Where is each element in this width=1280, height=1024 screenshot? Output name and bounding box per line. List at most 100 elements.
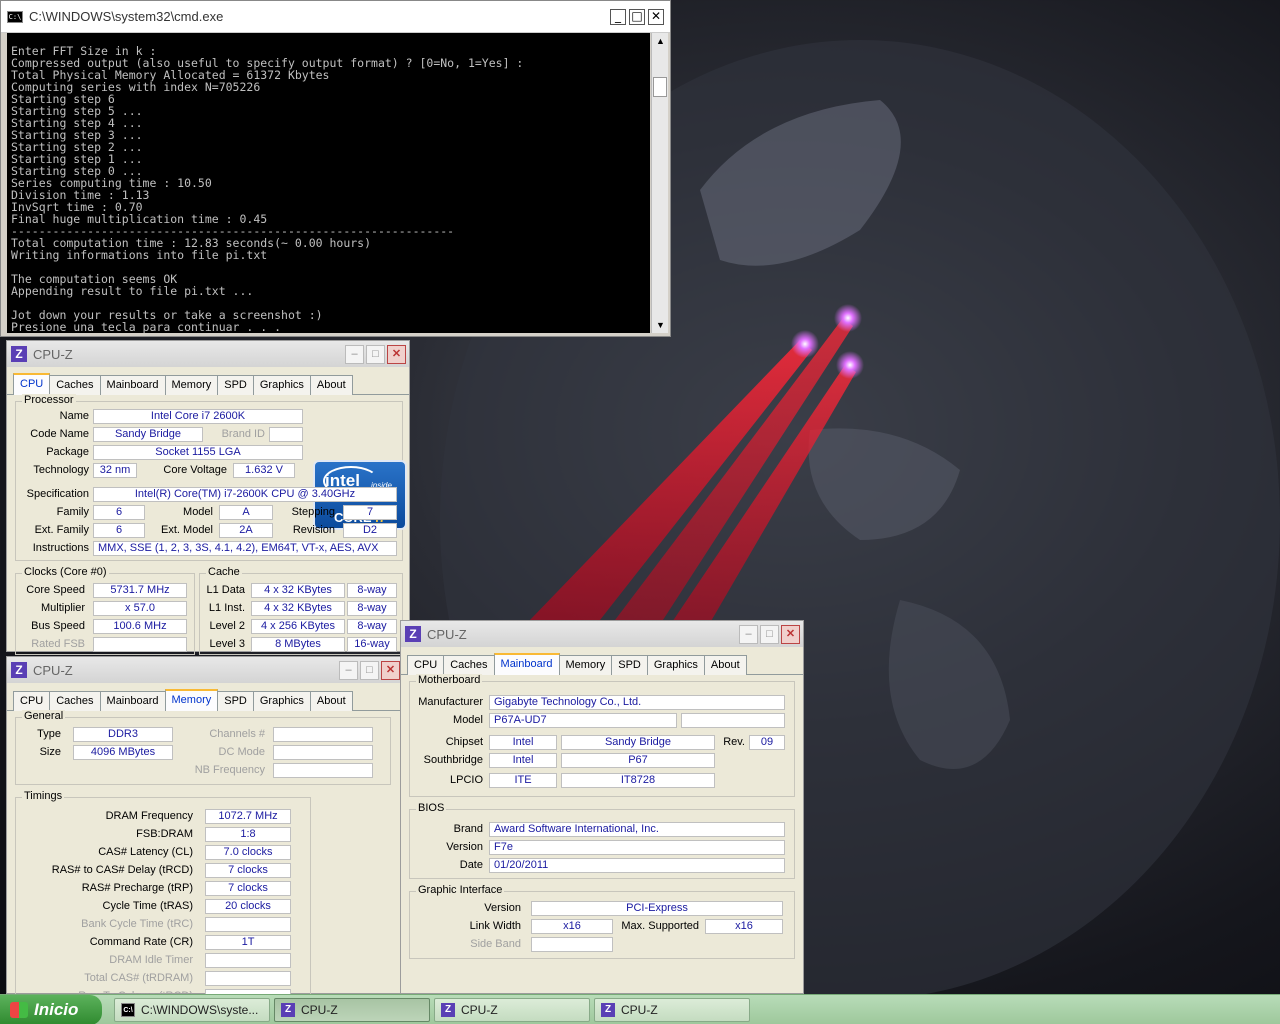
tras-value: 20 clocks <box>205 899 291 914</box>
brandid-label: Brand ID <box>221 428 265 440</box>
tab-spd[interactable]: SPD <box>611 655 648 675</box>
southbridge-value: P67 <box>561 753 715 768</box>
tab-memory[interactable]: Memory <box>164 689 219 711</box>
start-label: Inicio <box>34 1000 79 1019</box>
taskbar-item-label: CPU-Z <box>621 1003 658 1017</box>
taskbar-item-label: C:\WINDOWS\syste... <box>141 1003 259 1017</box>
window-title: CPU-Z <box>427 626 467 642</box>
l1i-label: L1 Inst. <box>208 602 245 614</box>
maximize-button[interactable]: □ <box>366 344 385 364</box>
scroll-thumb[interactable] <box>653 77 667 97</box>
console-output[interactable]: Enter FFT Size in k : Compressed output (… <box>7 33 650 333</box>
tab-mainboard[interactable]: Mainboard <box>493 653 560 675</box>
tab-caches[interactable]: Caches <box>49 691 101 711</box>
cr-label: Command Rate (CR) <box>89 936 193 948</box>
model-label: Model <box>453 714 483 726</box>
cpuz-cpu-window: Z CPU-Z – □ ✕ CPU Caches Mainboard Memory SP… <box>6 340 410 655</box>
start-button[interactable]: Inicio <box>0 995 102 1024</box>
stepping-value: 7 <box>343 505 397 520</box>
bios-date-label: Date <box>459 859 483 871</box>
linkwidth-value: x16 <box>531 919 613 934</box>
tras-label: Cycle Time (tRAS) <box>102 900 193 912</box>
tab-cpu[interactable]: CPU <box>407 655 445 675</box>
group-label: Motherboard <box>416 674 483 686</box>
minimize-button[interactable]: _ <box>610 8 626 25</box>
tab-cpu[interactable]: CPU <box>13 691 51 711</box>
tab-about[interactable]: About <box>309 375 353 395</box>
cpuz-mainboard-titlebar[interactable]: Z CPU-Z – □ ✕ <box>401 621 803 647</box>
close-button[interactable]: ✕ <box>381 660 400 680</box>
taskbar-item-cmd[interactable]: C:\ C:\WINDOWS\syste... <box>114 998 270 1022</box>
tab-mainboard[interactable]: Mainboard <box>99 375 166 395</box>
model-extra <box>681 713 785 728</box>
scroll-up-icon[interactable]: ▲ <box>652 33 669 49</box>
bios-version-value: F7e <box>489 840 785 855</box>
spec-value: Intel(R) Core(TM) i7-2600K CPU @ 3.40GHz <box>93 487 397 502</box>
maxsup-label: Max. Supported <box>621 920 699 932</box>
maximize-button[interactable]: □ <box>760 624 779 644</box>
cpuz-memory-titlebar[interactable]: Z CPU-Z – □ ✕ <box>7 657 403 683</box>
console-line: Presione una tecla para continuar . . . <box>11 320 282 333</box>
scroll-down-icon[interactable]: ▼ <box>652 317 669 333</box>
close-button[interactable]: ✕ <box>387 344 406 364</box>
taskbar-item-cpuz-1[interactable]: Z CPU-Z <box>274 998 430 1022</box>
tab-bar: CPU Caches Mainboard Memory SPD Graphics About <box>7 683 403 711</box>
console-line: Appending result to file pi.txt ... <box>11 284 254 298</box>
cpuz-icon: Z <box>601 1003 615 1017</box>
size-value: 4096 MBytes <box>73 745 173 760</box>
cpuz-icon: Z <box>11 346 27 362</box>
model-label: Model <box>183 506 213 518</box>
l2-value: 4 x 256 KBytes <box>251 619 345 634</box>
minimize-button[interactable]: – <box>739 624 758 644</box>
corespeed-value: 5731.7 MHz <box>93 583 187 598</box>
tab-caches[interactable]: Caches <box>49 375 101 395</box>
revision-value: D2 <box>343 523 397 538</box>
cpuz-icon: Z <box>405 626 421 642</box>
ratedfsb-label: Rated FSB <box>31 638 85 650</box>
chipset-label: Chipset <box>445 736 483 748</box>
taskbar-item-cpuz-2[interactable]: Z CPU-Z <box>434 998 590 1022</box>
minimize-button[interactable]: – <box>345 344 364 364</box>
group-label: Cache <box>206 566 242 578</box>
gi-version-label: Version <box>484 902 521 914</box>
manufacturer-value: Gigabyte Technology Co., Ltd. <box>489 695 785 710</box>
close-button[interactable]: ✕ <box>648 8 664 25</box>
spec-label: Specification <box>26 488 89 500</box>
tab-mainboard[interactable]: Mainboard <box>99 691 166 711</box>
cpuz-icon: Z <box>11 662 27 678</box>
technology-label: Technology <box>33 464 89 476</box>
bios-brand-value: Award Software International, Inc. <box>489 822 785 837</box>
maximize-button[interactable]: □ <box>629 8 645 25</box>
lpcio-vendor: ITE <box>489 773 557 788</box>
tab-about[interactable]: About <box>703 655 747 675</box>
cpuz-cpu-titlebar[interactable]: Z CPU-Z – □ ✕ <box>7 341 409 367</box>
trc-value <box>205 917 291 932</box>
tab-spd[interactable]: SPD <box>217 691 254 711</box>
tab-graphics[interactable]: Graphics <box>252 375 311 395</box>
trdram-value <box>205 971 291 986</box>
cmd-titlebar[interactable]: C:\ C:\WINDOWS\system32\cmd.exe _ □ ✕ <box>1 1 670 33</box>
close-button[interactable]: ✕ <box>781 624 800 644</box>
type-value: DDR3 <box>73 727 173 742</box>
lpcio-value: IT8728 <box>561 773 715 788</box>
taskbar-item-label: CPU-Z <box>461 1003 498 1017</box>
scrollbar[interactable]: ▲ ▼ <box>651 33 668 333</box>
tab-about[interactable]: About <box>309 691 353 711</box>
minimize-button[interactable]: – <box>339 660 358 680</box>
tab-spd[interactable]: SPD <box>217 375 254 395</box>
tab-caches[interactable]: Caches <box>443 655 495 675</box>
tab-cpu[interactable]: CPU <box>13 373 51 395</box>
channels-value <box>273 727 373 742</box>
tab-memory[interactable]: Memory <box>558 655 613 675</box>
technology-value: 32 nm <box>93 463 137 478</box>
l3-value: 8 MBytes <box>251 637 345 652</box>
chipset-vendor: Intel <box>489 735 557 750</box>
cl-value: 7.0 clocks <box>205 845 291 860</box>
maximize-button[interactable]: □ <box>360 660 379 680</box>
tab-memory[interactable]: Memory <box>164 375 219 395</box>
tab-graphics[interactable]: Graphics <box>252 691 311 711</box>
bios-brand-label: Brand <box>453 823 483 835</box>
tab-graphics[interactable]: Graphics <box>646 655 705 675</box>
taskbar-item-cpuz-3[interactable]: Z CPU-Z <box>594 998 750 1022</box>
extmodel-value: 2A <box>219 523 273 538</box>
